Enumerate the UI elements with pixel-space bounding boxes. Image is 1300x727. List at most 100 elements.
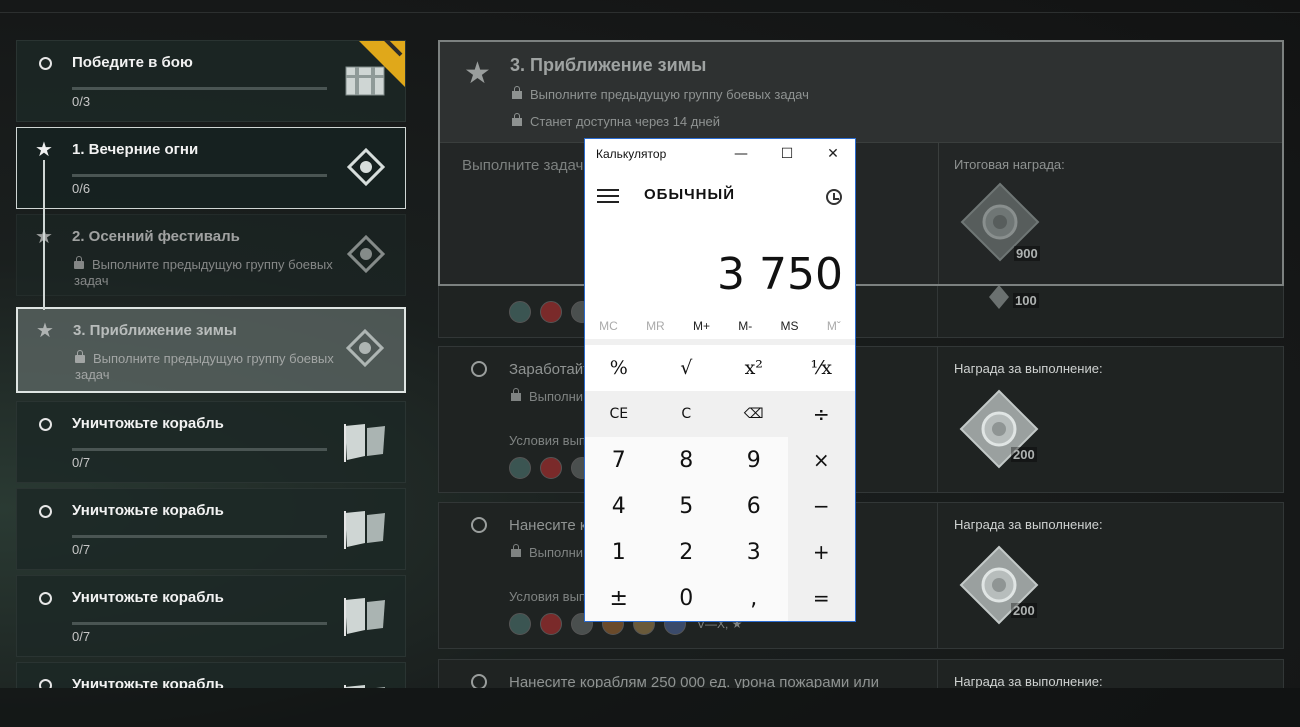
square-root-button[interactable]: √: [653, 345, 721, 391]
lock-message: Выполните предыдущую группу боевых задач: [512, 86, 809, 102]
special-corner-badge: [359, 41, 405, 87]
clear-button[interactable]: C: [652, 391, 720, 437]
calculator-window[interactable]: Калькулятор — ☐ ✕ ОБЫЧНЫЙ 3 750 MC MR M+…: [584, 138, 856, 622]
memory-list-button[interactable]: Mˇ: [827, 319, 841, 343]
task-card-peek: 100: [438, 284, 1284, 338]
top-glyph: ·: [360, 0, 365, 6]
digit-8-button[interactable]: 8: [652, 437, 720, 483]
item-progress: 0/3: [72, 94, 91, 109]
list-item-destroy-ship[interactable]: Уничтожьте корабль 0/7: [16, 575, 406, 657]
chain-connector-line: [43, 160, 45, 310]
reward-label: Награда за выполнение:: [954, 674, 1103, 688]
mission-list: Победите в бою 0/3 ★ 1. Вечерние огни 0/…: [16, 40, 406, 688]
nation-flag-icon: [509, 457, 531, 479]
diamond-emblem-icon: [347, 148, 385, 186]
digit-6-button[interactable]: 6: [720, 483, 788, 529]
task-conditions: Условия вып: [509, 433, 586, 448]
lock-icon: [74, 256, 84, 269]
title-bar[interactable]: Калькулятор — ☐ ✕: [585, 139, 855, 169]
list-item-win-battle[interactable]: Победите в бою 0/3: [16, 40, 406, 122]
item-progress: 0/7: [72, 455, 91, 470]
task-card[interactable]: Нанесите к Выполни Условия вып V—X, ★ На…: [438, 502, 1284, 649]
item-progress: 0/7: [72, 629, 91, 644]
list-item-evening-lights[interactable]: ★ 1. Вечерние огни 0/6: [16, 127, 406, 209]
group-subtitle: Выполните задачи: [462, 157, 592, 174]
nation-flag-icon: [540, 301, 562, 323]
task-card[interactable]: Нанесите кораблям 250 000 ед. урона пожа…: [438, 659, 1284, 688]
progress-bar: [72, 87, 327, 90]
menu-icon[interactable]: [597, 189, 619, 203]
nation-flag-icon: [540, 457, 562, 479]
negate-button[interactable]: ±: [585, 575, 653, 621]
incomplete-circle-icon: [39, 679, 52, 688]
list-item-destroy-ship[interactable]: Уничтожьте корабль: [16, 662, 406, 688]
memory-clear-button[interactable]: MC: [599, 319, 618, 343]
digit-7-button[interactable]: 7: [585, 437, 653, 483]
digit-9-button[interactable]: 9: [720, 437, 788, 483]
digit-3-button[interactable]: 3: [720, 529, 788, 575]
incomplete-circle-icon: [39, 592, 52, 605]
multiply-button[interactable]: ×: [787, 437, 855, 483]
reward-label: Награда за выполнение:: [954, 517, 1103, 532]
reciprocal-button[interactable]: ¹⁄x: [788, 345, 856, 391]
lock-message: Выполните предыдущую группу боевых задач: [75, 350, 334, 382]
final-reward-label: Итоговая награда:: [954, 157, 1065, 172]
memory-add-button[interactable]: M+: [693, 319, 710, 343]
task-conditions: Условия вып: [509, 589, 586, 604]
lock-icon: [511, 388, 521, 401]
list-item-approach-of-winter[interactable]: ★ 3. Приближение зимы Выполните предыдущ…: [16, 307, 406, 393]
incomplete-circle-icon: [39, 57, 52, 70]
memory-recall-button[interactable]: MR: [646, 319, 665, 343]
nation-flag-icon: [509, 301, 531, 323]
reward-value: 100: [1013, 293, 1039, 308]
lock-icon: [75, 350, 85, 363]
digit-2-button[interactable]: 2: [652, 529, 720, 575]
item-title: Уничтожьте корабль: [72, 415, 224, 432]
calculator-display: 3 750: [717, 249, 843, 300]
nation-icons: [509, 301, 593, 323]
history-icon[interactable]: [826, 189, 842, 205]
task-card[interactable]: Заработайт Выполни Условия вып Награда з…: [438, 346, 1284, 493]
progress-bar: [72, 174, 327, 177]
item-title: 1. Вечерние огни: [72, 141, 199, 158]
nation-flag-icon: [509, 613, 531, 635]
divide-button[interactable]: ÷: [787, 391, 855, 437]
keypad: CE C ⌫ ÷ 7 8 9 × 4 5 6 − 1 2 3 + ± 0 , =: [585, 391, 855, 621]
diamond-emblem-icon: [347, 235, 385, 273]
progress-bar: [72, 535, 327, 538]
decimal-button[interactable]: ,: [720, 575, 788, 621]
digit-1-button[interactable]: 1: [585, 529, 653, 575]
digit-4-button[interactable]: 4: [585, 483, 653, 529]
incomplete-circle-icon: [471, 517, 487, 533]
memory-row: MC MR M+ M- MS Mˇ: [585, 319, 855, 343]
item-title: Уничтожьте корабль: [72, 676, 224, 688]
minimize-button[interactable]: —: [718, 139, 764, 169]
maximize-button[interactable]: ☐: [764, 139, 810, 169]
item-title: 2. Осенний фестиваль: [72, 228, 240, 245]
nation-icons: [509, 457, 593, 479]
task-title: Заработайт: [509, 361, 590, 378]
item-title: Уничтожьте корабль: [72, 502, 224, 519]
task-title: Нанесите к: [509, 517, 587, 534]
equals-button[interactable]: =: [787, 575, 855, 621]
add-button[interactable]: +: [787, 529, 855, 575]
incomplete-circle-icon: [39, 418, 52, 431]
function-row: % √ x² ¹⁄x: [585, 345, 855, 391]
list-item-destroy-ship[interactable]: Уничтожьте корабль 0/7: [16, 488, 406, 570]
backspace-button[interactable]: ⌫: [720, 391, 788, 437]
subtract-button[interactable]: −: [787, 483, 855, 529]
list-item-autumn-festival[interactable]: ★ 2. Осенний фестиваль Выполните предыду…: [16, 214, 406, 296]
memory-subtract-button[interactable]: M-: [738, 319, 752, 343]
digit-5-button[interactable]: 5: [652, 483, 720, 529]
progress-bar: [72, 448, 327, 451]
digit-0-button[interactable]: 0: [652, 575, 720, 621]
clear-entry-button[interactable]: CE: [585, 391, 653, 437]
top-divider: [0, 12, 1300, 13]
incomplete-circle-icon: [471, 361, 487, 377]
close-button[interactable]: ✕: [810, 139, 856, 169]
percent-button[interactable]: %: [585, 345, 653, 391]
square-button[interactable]: x²: [720, 345, 788, 391]
memory-store-button[interactable]: MS: [781, 319, 799, 343]
list-item-destroy-ship[interactable]: Уничтожьте корабль 0/7: [16, 401, 406, 483]
task-title: Нанесите кораблям 250 000 ед. урона пожа…: [509, 674, 879, 688]
